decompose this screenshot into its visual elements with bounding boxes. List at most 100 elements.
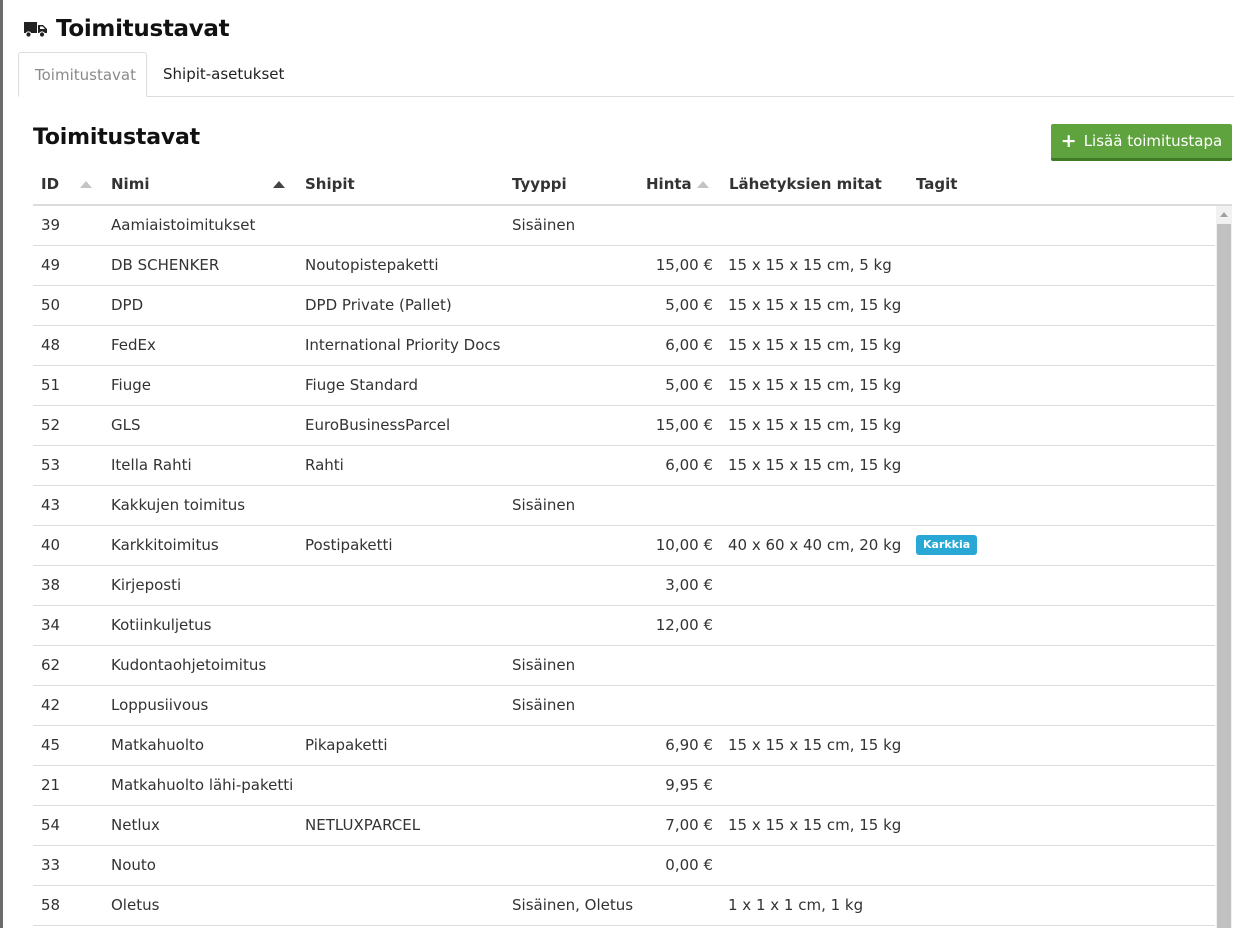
cell-type: Sisäinen xyxy=(512,656,576,674)
tab-toimitustavat[interactable]: Toimitustavat xyxy=(18,52,147,97)
cell-price: 5,00 € xyxy=(665,376,713,394)
column-header-id[interactable]: ID xyxy=(41,164,59,204)
cell-dims: 15 x 15 x 15 cm, 15 kg xyxy=(728,296,902,314)
table-header: ID Nimi Shipit Tyyppi Hinta Lähetyksien … xyxy=(33,164,1232,206)
table-row[interactable]: 34 Kotiinkuljetus 12,00 € xyxy=(33,606,1215,646)
cell-tags: Karkkia xyxy=(916,526,978,565)
cell-shipit: Rahti xyxy=(305,456,344,474)
cell-dims: 15 x 15 x 15 cm, 15 kg xyxy=(728,816,902,834)
cell-name[interactable]: Loppusiivous xyxy=(111,686,208,725)
cell-name[interactable]: Kudontaohjetoimitus xyxy=(111,646,266,685)
table-row[interactable]: 49 DB SCHENKER Noutopistepaketti 15,00 €… xyxy=(33,246,1215,286)
cell-price: 3,00 € xyxy=(665,576,713,594)
cell-id: 33 xyxy=(41,856,61,874)
cell-dims: 15 x 15 x 15 cm, 15 kg xyxy=(728,416,902,434)
cell-name[interactable]: DPD xyxy=(111,286,143,325)
column-header-type: Tyyppi xyxy=(512,175,567,193)
table-row[interactable]: 51 Fiuge Fiuge Standard 5,00 € 15 x 15 x… xyxy=(33,366,1215,406)
cell-dims: 1 x 1 x 1 cm, 1 kg xyxy=(728,896,864,914)
sort-asc-icon[interactable] xyxy=(273,181,285,188)
column-header-name[interactable]: Nimi xyxy=(111,164,149,204)
cell-name[interactable]: DB SCHENKER xyxy=(111,246,219,285)
cell-name[interactable]: Matkahuolto xyxy=(111,726,204,765)
scroll-up-arrow-icon[interactable] xyxy=(1220,212,1228,217)
add-delivery-method-button[interactable]: + Lisää toimitustapa xyxy=(1051,124,1232,161)
column-header-price[interactable]: Hinta xyxy=(646,164,692,204)
cell-id: 38 xyxy=(41,576,61,594)
scrollbar-thumb[interactable] xyxy=(1217,224,1231,928)
cell-name[interactable]: Karkkitoimitus xyxy=(111,526,219,565)
plus-icon: + xyxy=(1060,129,1077,152)
table-row[interactable]: 50 DPD DPD Private (Pallet) 5,00 € 15 x … xyxy=(33,286,1215,326)
cell-name[interactable]: FedEx xyxy=(111,326,156,365)
table-row[interactable]: 53 Itella Rahti Rahti 6,00 € 15 x 15 x 1… xyxy=(33,446,1215,486)
cell-price xyxy=(613,686,713,725)
cell-name[interactable]: Netlux xyxy=(111,806,160,845)
page-header: Toimitustavat xyxy=(22,12,230,46)
cell-name[interactable]: Fiuge xyxy=(111,366,151,405)
cell-name[interactable]: Nouto xyxy=(111,846,156,885)
cell-dims: 15 x 15 x 15 cm, 5 kg xyxy=(728,256,892,274)
cell-id: 21 xyxy=(41,776,61,794)
table-row[interactable]: 43 Kakkujen toimitus Sisäinen xyxy=(33,486,1215,526)
cell-id: 50 xyxy=(41,296,61,314)
cell-name[interactable]: Kotiinkuljetus xyxy=(111,606,212,645)
cell-shipit: Postipaketti xyxy=(305,536,393,554)
cell-id: 62 xyxy=(41,656,61,674)
table-row[interactable]: 39 Aamiaistoimitukset Sisäinen xyxy=(33,206,1215,246)
table-row[interactable]: 45 Matkahuolto Pikapaketti 6,90 € 15 x 1… xyxy=(33,726,1215,766)
cell-id: 51 xyxy=(41,376,61,394)
cell-price: 12,00 € xyxy=(655,616,713,634)
cell-shipit: Pikapaketti xyxy=(305,736,388,754)
cell-name[interactable]: Kirjeposti xyxy=(111,566,181,605)
cell-type: Sisäinen xyxy=(512,216,576,234)
table-row[interactable]: 42 Loppusiivous Sisäinen xyxy=(33,686,1215,726)
cell-id: 53 xyxy=(41,456,61,474)
table-row[interactable]: 40 Karkkitoimitus Postipaketti 10,00 € 4… xyxy=(33,526,1215,566)
tag-badge[interactable]: Karkkia xyxy=(916,534,978,555)
cell-name[interactable]: Kakkujen toimitus xyxy=(111,486,245,525)
vertical-scrollbar[interactable] xyxy=(1216,206,1232,928)
cell-price: 15,00 € xyxy=(655,416,713,434)
table-row[interactable]: 38 Kirjeposti 3,00 € xyxy=(33,566,1215,606)
table-row[interactable]: 54 Netlux NETLUXPARCEL 7,00 € 15 x 15 x … xyxy=(33,806,1215,846)
cell-price xyxy=(613,486,713,525)
cell-name[interactable]: Aamiaistoimitukset xyxy=(111,206,255,245)
cell-id: 48 xyxy=(41,336,61,354)
cell-price xyxy=(613,886,713,925)
sort-icon[interactable] xyxy=(697,181,709,188)
table-row[interactable]: 33 Nouto 0,00 € xyxy=(33,846,1215,886)
column-header-shipit: Shipit xyxy=(305,175,355,193)
sort-icon[interactable] xyxy=(80,181,92,188)
cell-price: 6,00 € xyxy=(665,456,713,474)
cell-dims: 15 x 15 x 15 cm, 15 kg xyxy=(728,376,902,394)
cell-dims: 15 x 15 x 15 cm, 15 kg xyxy=(728,736,902,754)
table-row[interactable]: 52 GLS EuroBusinessParcel 15,00 € 15 x 1… xyxy=(33,406,1215,446)
table-body: 39 Aamiaistoimitukset Sisäinen 49 DB SCH… xyxy=(33,206,1215,928)
cell-price: 6,90 € xyxy=(665,736,713,754)
cell-name[interactable]: Oletus xyxy=(111,886,159,925)
add-button-label: Lisää toimitustapa xyxy=(1083,132,1223,150)
table-row[interactable]: 21 Matkahuolto lähi-paketti 9,95 € xyxy=(33,766,1215,806)
truck-icon xyxy=(24,22,47,38)
cell-name[interactable]: GLS xyxy=(111,406,141,445)
tab-shipit-asetukset[interactable]: Shipit-asetukset xyxy=(147,52,300,96)
cell-id: 34 xyxy=(41,616,61,634)
cell-id: 52 xyxy=(41,416,61,434)
cell-shipit: International Priority Docs xyxy=(305,336,501,354)
cell-shipit: NETLUXPARCEL xyxy=(305,816,421,834)
cell-id: 54 xyxy=(41,816,61,834)
cell-name[interactable]: Matkahuolto lähi-paketti xyxy=(111,766,293,805)
cell-id: 45 xyxy=(41,736,61,754)
cell-price: 5,00 € xyxy=(665,296,713,314)
table-row[interactable]: 62 Kudontaohjetoimitus Sisäinen xyxy=(33,646,1215,686)
cell-shipit: DPD Private (Pallet) xyxy=(305,296,452,314)
cell-dims: 40 x 60 x 40 cm, 20 kg xyxy=(728,536,902,554)
table-row[interactable]: 58 Oletus Sisäinen, Oletus 1 x 1 x 1 cm,… xyxy=(33,886,1215,926)
section-title: Toimitustavat xyxy=(33,125,200,150)
cell-price: 15,00 € xyxy=(655,256,713,274)
cell-dims: 15 x 15 x 15 cm, 15 kg xyxy=(728,336,902,354)
cell-name[interactable]: Itella Rahti xyxy=(111,446,192,485)
table-row[interactable]: 48 FedEx International Priority Docs 6,0… xyxy=(33,326,1215,366)
cell-shipit: Noutopistepaketti xyxy=(305,256,439,274)
